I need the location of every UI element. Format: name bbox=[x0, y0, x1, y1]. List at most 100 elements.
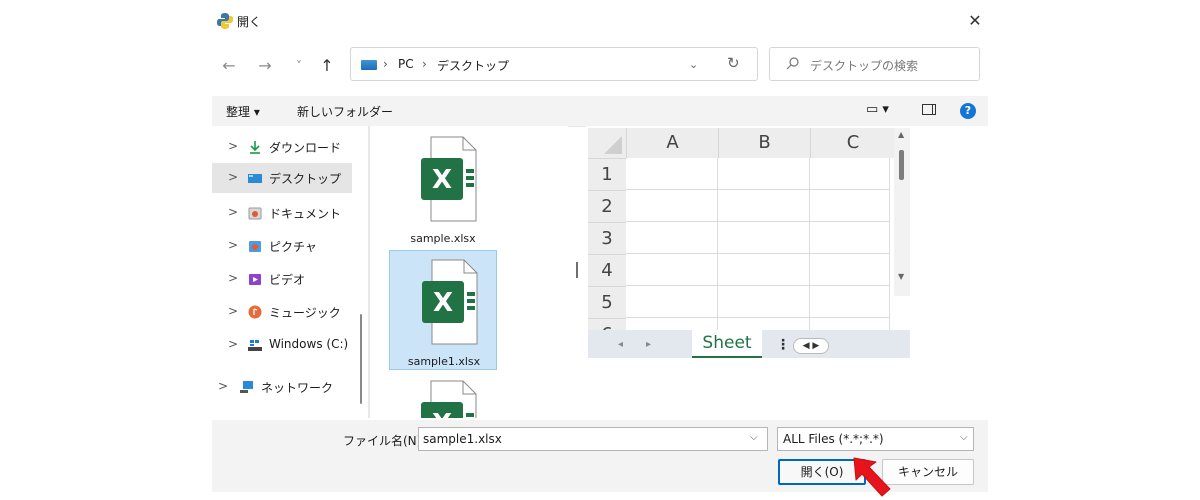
column-header: A bbox=[626, 128, 718, 158]
grid-line bbox=[626, 317, 890, 318]
music-icon bbox=[248, 305, 262, 319]
navigation-pane-scrollbar[interactable] bbox=[360, 314, 362, 404]
drive-icon bbox=[248, 340, 262, 351]
breadcrumb-separator: › bbox=[383, 57, 388, 71]
expand-arrow-icon[interactable]: > bbox=[228, 304, 238, 318]
sidebar-item-music[interactable]: > ミュージック bbox=[212, 297, 352, 327]
vertical-scrollbar[interactable]: ▲ ▼ bbox=[894, 128, 910, 296]
documents-icon bbox=[248, 207, 262, 220]
cell-grid bbox=[626, 158, 890, 328]
search-input[interactable]: デスクトップの検索 bbox=[810, 57, 918, 74]
excel-file-icon: X bbox=[422, 259, 478, 345]
sidebar-item-windows-c[interactable]: > Windows (C:) bbox=[212, 330, 352, 360]
sidebar-item-network[interactable]: > ネットワーク bbox=[212, 372, 352, 402]
sidebar-item-documents[interactable]: > ドキュメント bbox=[212, 198, 352, 228]
preview-pane: A B C 1 2 3 4 5 6 ▲ ▼ ◂ bbox=[586, 126, 988, 418]
close-button[interactable]: ✕ bbox=[964, 10, 986, 32]
sidebar-item-downloads[interactable]: > ダウンロード bbox=[212, 132, 352, 162]
expand-arrow-icon[interactable]: > bbox=[228, 271, 238, 285]
excel-file-icon: X bbox=[421, 380, 477, 418]
file-item[interactable]: X sample.xlsx bbox=[389, 128, 497, 248]
scroll-up-icon[interactable]: ▲ bbox=[898, 130, 904, 139]
scroll-down-icon[interactable]: ▼ bbox=[898, 272, 904, 281]
preview-splitter[interactable] bbox=[576, 262, 578, 278]
red-pointer-arrow-icon bbox=[853, 457, 891, 497]
videos-icon bbox=[249, 274, 261, 285]
expand-arrow-icon[interactable]: > bbox=[228, 205, 238, 219]
sidebar-item-label: ビデオ bbox=[269, 273, 306, 287]
file-name: sample1.xlsx bbox=[407, 355, 481, 368]
address-bar[interactable]: › PC › デスクトップ ⌄ ↻ bbox=[350, 47, 758, 81]
row-header: 4 bbox=[588, 254, 626, 286]
sheet-tab-bar: ◂ ▸ Sheet ⋮ ◀ ▶ bbox=[588, 330, 910, 358]
open-file-dialog: 開く ✕ ← → ˅ ↑ › PC › デスクトップ ⌄ ↻ デスクトップの検索… bbox=[212, 0, 988, 492]
sidebar-item-videos[interactable]: > ビデオ bbox=[212, 264, 352, 294]
sidebar-item-desktop[interactable]: > デスクトップ bbox=[212, 163, 352, 193]
expand-arrow-icon[interactable]: > bbox=[228, 170, 238, 184]
chevron-down-icon[interactable]: ⌵ bbox=[750, 432, 758, 443]
view-options-button[interactable]: ▭ ▾ bbox=[866, 102, 889, 117]
tab-sheet[interactable]: Sheet bbox=[692, 330, 762, 358]
recent-locations-button[interactable]: ˅ bbox=[288, 55, 310, 77]
expand-arrow-icon[interactable]: > bbox=[228, 238, 238, 252]
chevron-down-icon[interactable]: ⌵ bbox=[960, 432, 968, 443]
breadcrumb-pc[interactable]: PC bbox=[398, 57, 414, 71]
desktop-icon bbox=[361, 60, 377, 70]
tab-scroll-buttons[interactable]: ◀ ▶ bbox=[793, 338, 829, 354]
file-list: X sample.xlsx X sample1.xlsx X bbox=[370, 126, 568, 418]
column-header: C bbox=[810, 128, 895, 158]
sidebar-item-pictures[interactable]: > ピクチャ bbox=[212, 231, 352, 261]
file-item-selected[interactable]: X sample1.xlsx bbox=[389, 250, 497, 370]
grid-line bbox=[626, 221, 890, 222]
organize-button[interactable]: 整理 ▾ bbox=[226, 103, 260, 120]
column-header: B bbox=[718, 128, 810, 158]
preview-pane-icon[interactable] bbox=[922, 104, 936, 115]
sidebar-item-label: ダウンロード bbox=[269, 141, 342, 155]
up-button[interactable]: ↑ bbox=[316, 55, 338, 77]
breadcrumb-desktop[interactable]: デスクトップ bbox=[437, 57, 509, 74]
new-folder-button[interactable]: 新しいフォルダー bbox=[297, 103, 393, 120]
grid-line bbox=[626, 253, 890, 254]
tab-prev-icon[interactable]: ◂ bbox=[618, 339, 623, 350]
grid-line bbox=[889, 158, 890, 330]
more-options-icon[interactable]: ⋮ bbox=[776, 337, 790, 353]
row-header: 5 bbox=[588, 286, 626, 318]
spreadsheet-preview: A B C 1 2 3 4 5 6 ▲ ▼ ◂ bbox=[588, 128, 910, 358]
search-box[interactable]: デスクトップの検索 bbox=[769, 47, 980, 81]
scroll-thumb[interactable] bbox=[899, 150, 904, 180]
row-header: 1 bbox=[588, 158, 626, 190]
grid-line bbox=[809, 158, 810, 330]
grid-line bbox=[717, 158, 718, 330]
excel-file-icon: X bbox=[421, 136, 477, 222]
sidebar-item-label: ピクチャ bbox=[269, 240, 317, 254]
tab-next-icon[interactable]: ▸ bbox=[646, 339, 651, 350]
expand-arrow-icon[interactable]: > bbox=[218, 379, 228, 393]
sidebar-item-label: Windows (C:) bbox=[269, 337, 349, 351]
sidebar-item-label: ネットワーク bbox=[261, 381, 334, 395]
file-item[interactable]: X bbox=[389, 372, 497, 418]
back-button[interactable]: ← bbox=[218, 55, 240, 77]
refresh-icon[interactable]: ↻ bbox=[727, 54, 740, 72]
svg-text:X: X bbox=[432, 409, 452, 418]
svg-text:X: X bbox=[432, 165, 452, 195]
pictures-icon bbox=[249, 241, 261, 252]
svg-text:X: X bbox=[433, 288, 453, 318]
command-bar: 整理 ▾ 新しいフォルダー ▭ ▾ ? bbox=[212, 96, 988, 127]
file-name: sample.xlsx bbox=[410, 232, 476, 245]
chevron-down-icon[interactable]: ⌄ bbox=[689, 58, 698, 71]
forward-button[interactable]: → bbox=[254, 55, 276, 77]
navigation-bar: ← → ˅ ↑ › PC › デスクトップ ⌄ ↻ デスクトップの検索 bbox=[212, 46, 988, 86]
search-icon bbox=[786, 57, 799, 70]
select-all-corner bbox=[588, 128, 626, 158]
expand-arrow-icon[interactable]: > bbox=[228, 139, 238, 153]
download-icon bbox=[250, 141, 260, 154]
navigation-pane: > ダウンロード > デスクトップ > ドキュメント > ピクチャ > ビデオ … bbox=[212, 126, 368, 418]
filename-field[interactable]: sample1.xlsx bbox=[418, 427, 768, 451]
filename-label: ファイル名(N): bbox=[343, 434, 426, 448]
window-title: 開く bbox=[237, 15, 262, 29]
sidebar-item-label: デスクトップ bbox=[269, 172, 342, 186]
expand-arrow-icon[interactable]: > bbox=[228, 337, 238, 351]
breadcrumb-separator: › bbox=[422, 57, 427, 71]
file-type-select[interactable]: ALL Files (*.*;*.*) bbox=[777, 427, 974, 451]
help-icon[interactable]: ? bbox=[960, 103, 976, 119]
